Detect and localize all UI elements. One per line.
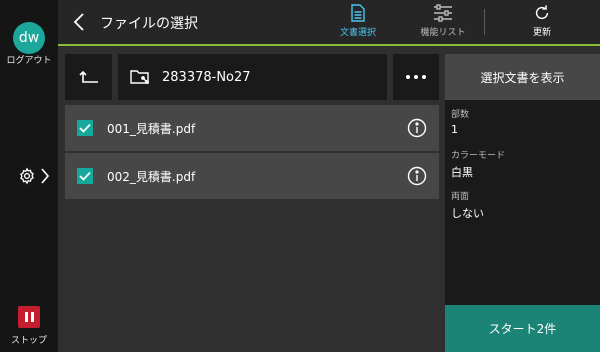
color-mode-value: 白黒 bbox=[451, 166, 473, 179]
up-level-icon bbox=[78, 70, 98, 83]
refresh-icon bbox=[535, 5, 549, 20]
stop-button[interactable] bbox=[18, 306, 40, 328]
header-divider bbox=[484, 9, 485, 35]
refresh-button[interactable]: 更新 bbox=[512, 4, 572, 42]
settings-button[interactable] bbox=[18, 164, 52, 188]
info-icon[interactable] bbox=[407, 166, 427, 186]
header-accent-line bbox=[58, 44, 600, 46]
tab-function-list[interactable]: 機能リスト bbox=[410, 4, 476, 42]
chevron-right-icon bbox=[41, 168, 50, 184]
gear-icon bbox=[20, 167, 34, 185]
current-folder-bar[interactable]: 283378-No27 bbox=[118, 54, 387, 100]
chevron-left-icon bbox=[73, 13, 84, 31]
copies-value: 1 bbox=[451, 123, 458, 136]
tab-label: 更新 bbox=[532, 28, 551, 38]
sliders-icon bbox=[434, 4, 452, 22]
pause-icon bbox=[24, 312, 28, 322]
show-selected-documents-button[interactable]: 選択文書を表示 bbox=[445, 54, 600, 100]
color-mode-label: カラーモード bbox=[451, 151, 506, 161]
tab-label: 文書選択 bbox=[339, 28, 376, 38]
file-checkbox[interactable] bbox=[77, 168, 93, 184]
tab-document-select[interactable]: 文書選択 bbox=[328, 4, 388, 42]
start-button[interactable]: スタート2件 bbox=[445, 305, 600, 352]
file-name: 002_見積書.pdf bbox=[107, 169, 196, 184]
tab-label: 機能リスト bbox=[420, 28, 466, 38]
check-icon bbox=[79, 171, 91, 181]
copies-label: 部数 bbox=[451, 110, 470, 120]
logout-label[interactable]: ログアウト bbox=[0, 53, 58, 66]
more-options-button[interactable] bbox=[393, 54, 439, 100]
back-button[interactable] bbox=[70, 11, 90, 33]
page-title: ファイルの選択 bbox=[100, 16, 198, 32]
file-checkbox[interactable] bbox=[77, 120, 93, 136]
duplex-label: 両面 bbox=[451, 192, 470, 202]
left-rail: dw ログアウト ストップ bbox=[0, 0, 58, 352]
duplex-value: しない bbox=[451, 207, 484, 220]
file-row[interactable]: 001_見積書.pdf bbox=[65, 105, 439, 151]
info-icon[interactable] bbox=[407, 118, 427, 138]
file-name: 001_見積書.pdf bbox=[107, 121, 196, 136]
more-dots-icon bbox=[406, 75, 410, 79]
folder-name: 283378-No27 bbox=[162, 69, 251, 85]
stop-label: ストップ bbox=[10, 336, 47, 346]
user-avatar[interactable]: dw bbox=[13, 22, 45, 54]
document-icon bbox=[351, 4, 365, 22]
shared-folder-icon bbox=[130, 70, 149, 84]
file-row[interactable]: 002_見積書.pdf bbox=[65, 153, 439, 199]
header-bar: ファイルの選択 文書選択 機能リスト 更新 bbox=[58, 0, 600, 44]
parent-folder-button[interactable] bbox=[65, 54, 112, 100]
check-icon bbox=[79, 123, 91, 133]
